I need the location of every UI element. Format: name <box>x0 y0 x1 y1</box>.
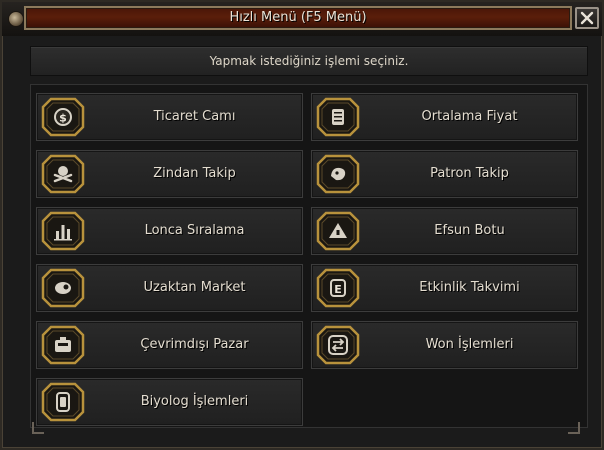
menu-button-label: Efsun Botu <box>434 223 505 238</box>
market-icon <box>41 268 85 308</box>
menu-button-won-islemleri[interactable]: Won İşlemleri <box>311 321 578 369</box>
menu-button-etkinlik-takvimi[interactable]: E Etkinlik Takvimi <box>311 264 578 312</box>
flask-icon <box>41 382 85 422</box>
menu-button-zindan-takip[interactable]: Zindan Takip <box>36 150 303 198</box>
svg-text:E: E <box>334 283 342 296</box>
boss-icon <box>316 154 360 194</box>
window-orb-icon <box>8 11 24 27</box>
menu-button-label: Çevrimdışı Pazar <box>140 337 249 352</box>
exchange-icon <box>316 325 360 365</box>
corner-ornament <box>568 422 580 434</box>
skull-icon <box>41 154 85 194</box>
quick-menu-window: Hızlı Menü (F5 Menü) Yapmak istediğiniz … <box>0 0 604 450</box>
menu-button-label: Patron Takip <box>430 166 509 181</box>
menu-button-lonca-siralama[interactable]: Lonca Sıralama <box>36 207 303 255</box>
bars-icon <box>41 211 85 251</box>
title-bar[interactable]: Hızlı Menü (F5 Menü) <box>2 2 602 36</box>
close-icon <box>580 11 594 25</box>
menu-button-label: Ticaret Camı <box>153 109 236 124</box>
close-button[interactable] <box>575 7 599 29</box>
menu-button-label: Zindan Takip <box>153 166 236 181</box>
menu-button-ticaret-cami[interactable]: $ Ticaret Camı <box>36 93 303 141</box>
menu-button-cevrimdisi-pazar[interactable]: Çevrimdışı Pazar <box>36 321 303 369</box>
shop-icon <box>41 325 85 365</box>
event-icon: E <box>316 268 360 308</box>
dollar-coin-icon: $ <box>41 97 85 137</box>
window-title: Hızlı Menü (F5 Menü) <box>229 10 367 25</box>
title-strip: Hızlı Menü (F5 Menü) <box>24 6 572 30</box>
corner-ornament <box>32 422 44 434</box>
menu-button-patron-takip[interactable]: Patron Takip <box>311 150 578 198</box>
menu-button-biyolog-islemleri[interactable]: Biyolog İşlemleri <box>36 378 303 426</box>
svg-text:$: $ <box>59 112 67 125</box>
menu-button-efsun-botu[interactable]: Efsun Botu <box>311 207 578 255</box>
menu-button-label: Lonca Sıralama <box>144 223 245 238</box>
menu-button-label: Uzaktan Market <box>143 280 246 295</box>
menu-button-ortalama-fiyat[interactable]: Ortalama Fiyat <box>311 93 578 141</box>
menu-button-label: Biyolog İşlemleri <box>140 394 249 409</box>
menu-button-label: Won İşlemleri <box>425 337 514 352</box>
instruction-text: Yapmak istediğiniz işlemi seçiniz. <box>30 46 588 76</box>
enchant-icon <box>316 211 360 251</box>
menu-button-label: Ortalama Fiyat <box>421 109 518 124</box>
menu-button-uzaktan-market[interactable]: Uzaktan Market <box>36 264 303 312</box>
menu-button-label: Etkinlik Takvimi <box>419 280 520 295</box>
price-tag-icon <box>316 97 360 137</box>
